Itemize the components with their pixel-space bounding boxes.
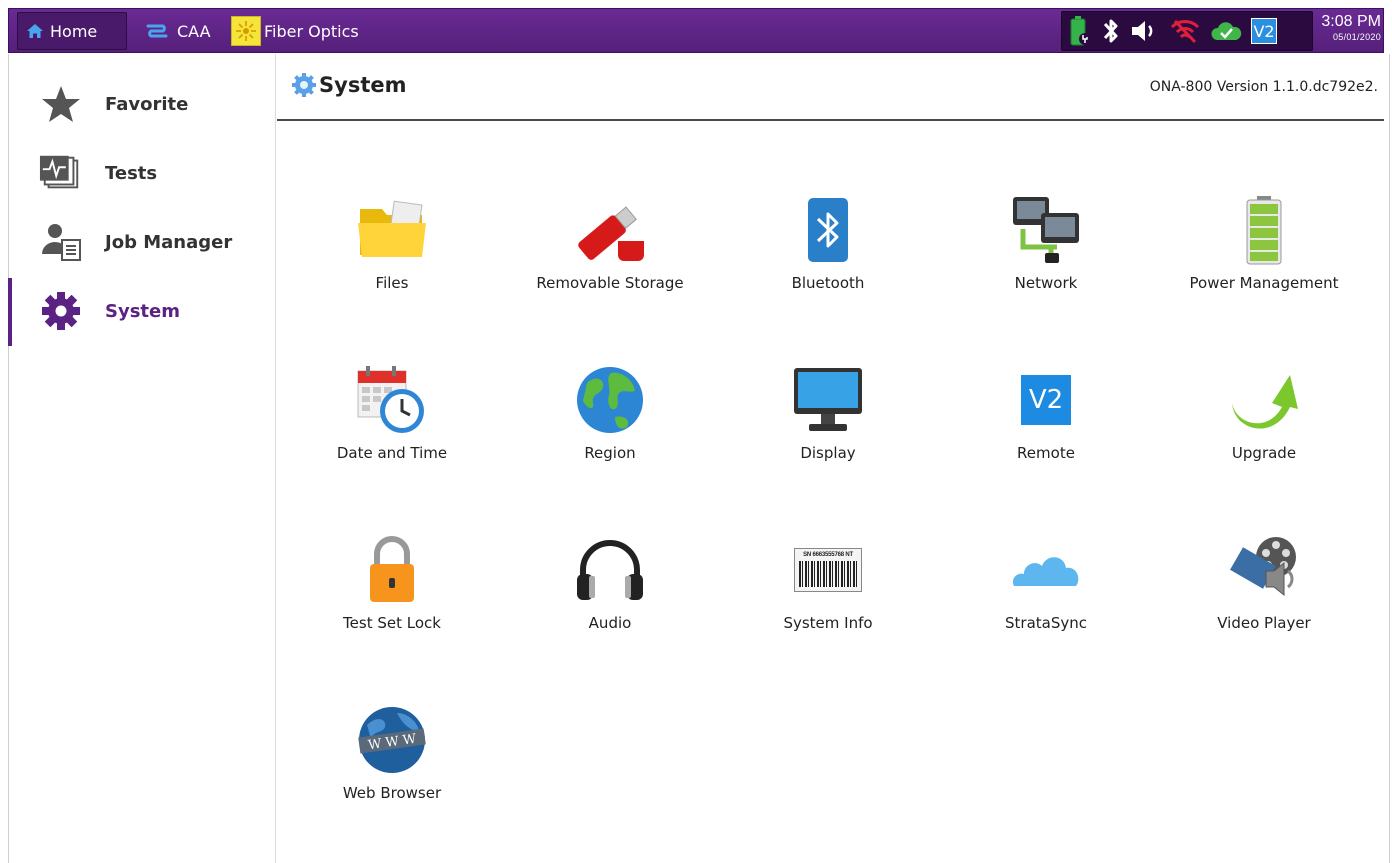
www-globe-icon: W W W [354, 702, 430, 778]
status-tray[interactable]: V2 [1061, 11, 1313, 51]
tile-label: Network [1014, 274, 1078, 292]
gear-icon [39, 291, 83, 331]
speaker-icon [1132, 21, 1153, 41]
vnc-icon: V2 [1008, 362, 1084, 438]
tile-label: Display [800, 444, 856, 462]
upgrade-arrow-icon [1226, 362, 1302, 438]
system-gear-icon [292, 73, 316, 97]
main-panel: System ONA-800 Version 1.1.0.dc792e2. Fi… [277, 54, 1384, 863]
tile-system-info[interactable]: SN 6663555768 NT System Info [728, 532, 928, 692]
clock: 3:08 PM 05/01/2020 [1319, 13, 1381, 51]
tile-label: Files [375, 274, 409, 292]
window-border [1389, 54, 1390, 863]
network-icon [1008, 192, 1084, 268]
tile-label: Remote [1017, 444, 1075, 462]
sidebar-item-tests[interactable]: Tests [9, 141, 275, 205]
home-icon [27, 24, 43, 38]
tile-label: Date and Time [336, 444, 448, 462]
page-title: System [291, 72, 406, 98]
film-reel-icon [1226, 532, 1302, 608]
vnc-icon: V2 [1251, 18, 1277, 44]
sidebar-item-label: Tests [105, 162, 158, 184]
job-manager-icon [39, 222, 83, 262]
tile-label: StrataSync [1005, 614, 1087, 632]
tile-test-set-lock[interactable]: Test Set Lock [292, 532, 492, 692]
calendar-clock-icon [354, 362, 430, 438]
battery-icon [1226, 192, 1302, 268]
caa-button-label: CAA [177, 21, 211, 41]
page-header: System ONA-800 Version 1.1.0.dc792e2. [277, 54, 1384, 121]
tile-label: Web Browser [342, 784, 442, 802]
battery-charging-icon [1070, 16, 1091, 46]
page-title-text: System [319, 73, 407, 97]
bluetooth-icon [790, 192, 866, 268]
sidebar-item-job-manager[interactable]: Job Manager [9, 210, 275, 274]
fiber-optics-icon [231, 16, 261, 46]
home-button-label: Home [50, 21, 98, 41]
tile-region[interactable]: Region [510, 362, 710, 522]
tile-label: Bluetooth [791, 274, 865, 292]
folder-icon [354, 192, 430, 268]
lock-icon [354, 532, 430, 608]
clock-date: 05/01/2020 [1332, 32, 1381, 42]
tile-label: Upgrade [1231, 444, 1297, 462]
tile-video-player[interactable]: Video Player [1164, 532, 1364, 692]
tile-label: System Info [783, 614, 873, 632]
tile-power-management[interactable]: Power Management [1164, 192, 1364, 352]
cloud-check-icon [1211, 22, 1242, 40]
tile-stratasync[interactable]: StrataSync [946, 532, 1146, 692]
tests-icon [39, 153, 83, 193]
tile-date-and-time[interactable]: Date and Time [292, 362, 492, 522]
tile-label: Audio [588, 614, 632, 632]
clock-time: 3:08 PM [1321, 13, 1381, 30]
tile-bluetooth[interactable]: Bluetooth [728, 192, 928, 352]
globe-icon [572, 362, 648, 438]
headphones-icon [572, 532, 648, 608]
home-button[interactable]: Home [17, 12, 127, 50]
tile-label: Power Management [1189, 274, 1339, 292]
sidebar-item-label: System [105, 300, 180, 322]
tile-remote[interactable]: V2 Remote [946, 362, 1146, 522]
fiber-optics-button[interactable]: Fiber Optics [231, 12, 381, 50]
tile-label: Removable Storage [536, 274, 684, 292]
usb-drive-icon [572, 192, 648, 268]
barcode-icon: SN 6663555768 NT [790, 532, 866, 608]
serial-number-text: SN 6663555768 NT [803, 552, 853, 558]
sidebar-item-label: Job Manager [105, 231, 233, 253]
tile-label: Video Player [1217, 614, 1311, 632]
tile-label: Test Set Lock [343, 614, 441, 632]
sidebar: Favorite Tests Job Manager System [8, 54, 276, 863]
tile-upgrade[interactable]: Upgrade [1164, 362, 1364, 522]
sidebar-item-favorite[interactable]: Favorite [9, 72, 275, 136]
star-icon [39, 84, 83, 124]
monitor-icon [790, 362, 866, 438]
tile-label: Region [584, 444, 636, 462]
sidebar-item-system[interactable]: System [9, 279, 275, 343]
bluetooth-icon [1103, 19, 1118, 43]
sidebar-item-label: Favorite [105, 93, 189, 115]
tile-files[interactable]: Files [292, 192, 492, 352]
version-label: ONA-800 Version 1.1.0.dc792e2. [1149, 79, 1378, 95]
caa-icon [146, 24, 168, 38]
caa-button[interactable]: CAA [137, 12, 227, 50]
tile-audio[interactable]: Audio [510, 532, 710, 692]
tile-web-browser[interactable]: W W W Web Browser [292, 702, 492, 862]
wifi-off-icon [1170, 19, 1200, 44]
cloud-icon [1008, 532, 1084, 608]
tile-display[interactable]: Display [728, 362, 928, 522]
fiber-optics-label: Fiber Optics [264, 21, 359, 41]
tile-network[interactable]: Network [946, 192, 1146, 352]
top-bar: Home CAA Fiber Optics V2 3:08 PM 05/01/2… [8, 8, 1384, 53]
tile-removable-storage[interactable]: Removable Storage [510, 192, 710, 352]
